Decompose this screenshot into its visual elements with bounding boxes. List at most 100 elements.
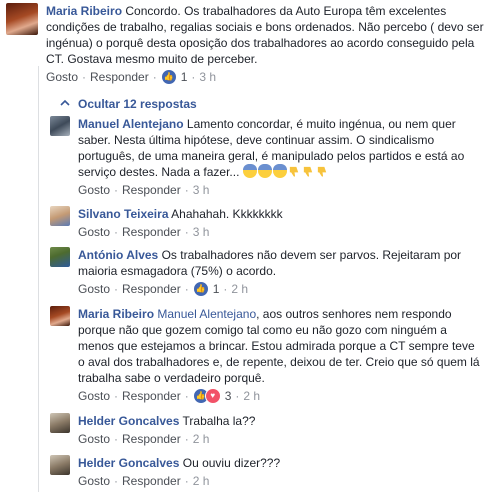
like-button[interactable]: Gosto [46, 69, 78, 85]
comment-body: Manuel Alentejano Lamento concordar, é m… [78, 116, 483, 198]
dot-separator: · [152, 70, 157, 84]
thumbs-down-icon [289, 166, 298, 177]
comment-text-block: Helder Goncalves Trabalha la?? [78, 413, 483, 429]
reaction-count: 1 [212, 282, 220, 296]
comment-actions: Gosto · Responder · 👍 ♥ 3 · 2 h [78, 388, 483, 404]
comment-actions: Gosto · Responder · 👍 1 · 2 h [78, 281, 483, 297]
comment-time[interactable]: 2 h [243, 388, 260, 404]
thumbs-down-icon [303, 166, 312, 177]
dot-separator: · [184, 225, 189, 239]
comment-text: Trabalha la?? [182, 414, 256, 428]
comment-time[interactable]: 2 h [231, 281, 248, 297]
dot-separator: · [191, 70, 196, 84]
comment-author[interactable]: Helder Goncalves [78, 414, 179, 428]
dot-separator: · [82, 70, 87, 84]
comment-body: Maria Ribeiro Concordo. Os trabalhadores… [46, 3, 486, 85]
dot-separator: · [184, 432, 189, 446]
comment-actions: Gosto · Responder · 3 h [78, 182, 483, 198]
reaction-summary[interactable]: 👍 1 [192, 281, 220, 297]
comment-actions: Gosto · Responder · 2 h [78, 473, 483, 489]
comment-time[interactable]: 3 h [193, 224, 210, 240]
reply-button[interactable]: Responder [122, 182, 181, 198]
comment-time[interactable]: 2 h [193, 431, 210, 447]
comment-author[interactable]: António Alves [78, 248, 158, 262]
comment-body: Maria Ribeiro Manuel Alentejano, aos out… [78, 306, 483, 404]
comment-text-block: Maria Ribeiro Concordo. Os trabalhadores… [46, 3, 486, 67]
reply-button[interactable]: Responder [122, 473, 181, 489]
fearful-face-icon [257, 164, 272, 178]
dot-separator: · [114, 432, 119, 446]
like-button[interactable]: Gosto [78, 182, 110, 198]
avatar[interactable] [50, 455, 70, 475]
like-button[interactable]: Gosto [78, 473, 110, 489]
reply-comment: António Alves Os trabalhadores não devem… [50, 247, 490, 297]
reply-thread-line [38, 66, 39, 492]
comment-actions: Gosto · Responder · 👍 1 · 3 h [46, 69, 486, 85]
like-button[interactable]: Gosto [78, 281, 110, 297]
reply-comment: Silvano Teixeira Ahahahah. Kkkkkkkk Gost… [50, 206, 490, 240]
comment-author[interactable]: Helder Goncalves [78, 456, 179, 470]
comment-author[interactable]: Maria Ribeiro [46, 4, 122, 18]
fearful-face-icon [242, 164, 257, 178]
reply-button[interactable]: Responder [90, 69, 149, 85]
dot-separator: · [184, 389, 189, 403]
dot-separator: · [184, 183, 189, 197]
like-button[interactable]: Gosto [78, 431, 110, 447]
reply-button[interactable]: Responder [122, 281, 181, 297]
chevron-up-icon [60, 96, 70, 112]
hide-replies-label: Ocultar 12 respostas [78, 97, 197, 111]
comment-author[interactable]: Maria Ribeiro [78, 307, 154, 321]
top-comment: Maria Ribeiro Concordo. Os trabalhadores… [6, 3, 490, 85]
like-button[interactable]: Gosto [78, 388, 110, 404]
dot-separator: · [114, 282, 119, 296]
comment-time[interactable]: 3 h [199, 69, 216, 85]
avatar[interactable] [50, 206, 70, 226]
reaction-count: 3 [224, 389, 232, 403]
dot-separator: · [114, 474, 119, 488]
heart-icon: ♥ [204, 388, 221, 404]
comment-body: Helder Goncalves Ou ouviu dizer??? Gosto… [78, 455, 483, 489]
reaction-summary[interactable]: 👍 1 [160, 69, 188, 85]
reply-button[interactable]: Responder [122, 388, 181, 404]
avatar[interactable] [50, 413, 70, 433]
comment-actions: Gosto · Responder · 2 h [78, 431, 483, 447]
comment-body: Silvano Teixeira Ahahahah. Kkkkkkkk Gost… [78, 206, 483, 240]
mention-link[interactable]: Manuel Alentejano [157, 307, 256, 321]
avatar[interactable] [50, 116, 70, 136]
avatar[interactable] [50, 247, 70, 267]
comment-text-block: Maria Ribeiro Manuel Alentejano, aos out… [78, 306, 483, 386]
reply-button[interactable]: Responder [122, 431, 181, 447]
reaction-summary[interactable]: 👍 ♥ 3 [192, 388, 232, 404]
thumbs-up-icon: 👍 [160, 69, 177, 85]
dot-separator: · [114, 183, 119, 197]
comment-author[interactable]: Manuel Alentejano [78, 117, 184, 131]
reply-comment: Manuel Alentejano Lamento concordar, é m… [50, 116, 490, 198]
thumbs-up-icon: 👍 [192, 281, 209, 297]
reply-comment: Helder Goncalves Ou ouviu dizer??? Gosto… [50, 455, 490, 489]
comment-text: Ahahahah. Kkkkkkkk [171, 207, 283, 221]
like-button[interactable]: Gosto [78, 224, 110, 240]
reply-button[interactable]: Responder [122, 224, 181, 240]
reaction-count: 1 [180, 70, 188, 84]
comment-time[interactable]: 2 h [193, 473, 210, 489]
avatar[interactable] [6, 3, 38, 35]
dot-separator: · [184, 282, 189, 296]
reply-comment: Helder Goncalves Trabalha la?? Gosto · R… [50, 413, 490, 447]
comment-text-block: Helder Goncalves Ou ouviu dizer??? [78, 455, 483, 471]
comment-text-block: António Alves Os trabalhadores não devem… [78, 247, 483, 279]
comment-time[interactable]: 3 h [193, 182, 210, 198]
comment-text-block: Silvano Teixeira Ahahahah. Kkkkkkkk [78, 206, 483, 222]
dot-separator: · [184, 474, 189, 488]
avatar[interactable] [50, 306, 70, 326]
dot-separator: · [223, 282, 228, 296]
hide-replies-toggle[interactable]: Ocultar 12 respostas [60, 96, 197, 112]
emoji-row [242, 164, 330, 179]
comment-text: Ou ouviu dizer??? [182, 456, 281, 470]
comment-author[interactable]: Silvano Teixeira [78, 207, 169, 221]
comment-body: Helder Goncalves Trabalha la?? Gosto · R… [78, 413, 483, 447]
comment-body: António Alves Os trabalhadores não devem… [78, 247, 483, 297]
fearful-face-icon [272, 164, 287, 178]
comment-text-block: Manuel Alentejano Lamento concordar, é m… [78, 116, 483, 180]
dot-separator: · [235, 389, 240, 403]
dot-separator: · [114, 389, 119, 403]
